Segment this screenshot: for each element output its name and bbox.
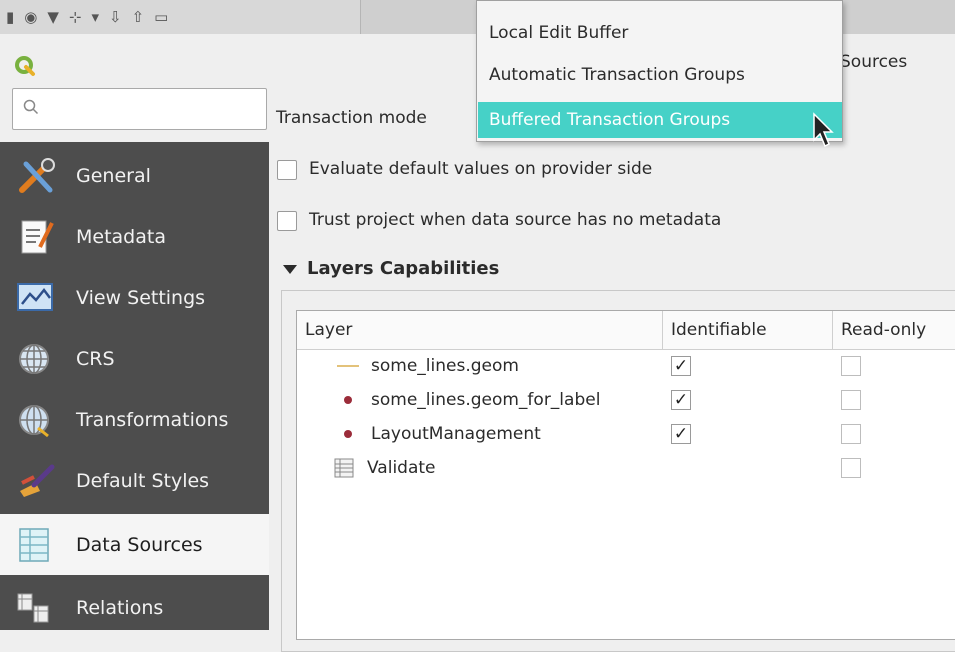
point-layer-icon	[337, 424, 359, 444]
option-automatic-transaction-groups[interactable]: Automatic Transaction Groups	[478, 57, 842, 93]
sidebar-item-label: Metadata	[76, 225, 166, 248]
sidebar-item-transformations[interactable]: Transformations	[0, 389, 269, 450]
paint-brush-icon	[14, 461, 60, 501]
evaluate-defaults-checkbox[interactable]	[277, 160, 297, 180]
sidebar-item-label: Default Styles	[76, 469, 210, 492]
evaluate-defaults-label: Evaluate default values on provider side	[309, 159, 653, 179]
layers-table: Layer Identifiable Read-only some_lines.…	[296, 310, 955, 640]
toolbar-buttons: ▮ ◉ ▼ ⊹ ▾ ⇩ ⇧ ▭	[0, 0, 366, 34]
qgis-logo-icon	[15, 56, 35, 76]
search-icon	[23, 99, 39, 119]
read-only-checkbox[interactable]	[841, 458, 861, 478]
column-header-identifiable[interactable]: Identifiable	[663, 311, 833, 349]
sidebar-splitter[interactable]	[269, 142, 275, 630]
layer-cell: LayoutManagement	[337, 417, 541, 451]
sidebar-item-default-styles[interactable]: Default Styles	[0, 450, 269, 511]
filter-icon[interactable]: ▼	[47, 8, 59, 26]
layer-cell: Validate	[333, 451, 436, 485]
table-header: Layer Identifiable Read-only	[297, 311, 955, 350]
identifiable-checkbox[interactable]: ✓	[671, 424, 691, 444]
column-header-layer[interactable]: Layer	[297, 311, 663, 349]
sidebar-item-view-settings[interactable]: View Settings	[0, 267, 269, 328]
layers-capabilities-header[interactable]: Layers Capabilities	[283, 258, 499, 279]
trust-project-checkbox[interactable]	[277, 211, 297, 231]
sidebar-item-label: Relations	[76, 596, 164, 619]
table-row[interactable]: some_lines.geom ✓	[297, 349, 955, 383]
table-row[interactable]: Validate	[297, 451, 955, 485]
tools-icon	[14, 156, 60, 196]
search-input[interactable]	[45, 98, 266, 120]
table-row[interactable]: some_lines.geom_for_label ✓	[297, 383, 955, 417]
globe-icon	[14, 339, 60, 379]
sidebar-item-data-sources[interactable]: Data Sources	[0, 514, 269, 575]
sidebar-item-crs[interactable]: CRS	[0, 328, 269, 389]
document-edit-icon	[14, 217, 60, 257]
option-local-edit-buffer[interactable]: Local Edit Buffer	[478, 15, 842, 51]
dialog-title: Sources	[840, 52, 908, 72]
identifiable-checkbox[interactable]: ✓	[671, 390, 691, 410]
chevron-down-icon[interactable]: ▾	[91, 8, 99, 26]
sidebar-item-relations[interactable]: Relations	[0, 577, 269, 638]
sidebar-item-metadata[interactable]: Metadata	[0, 206, 269, 267]
layer-name: some_lines.geom_for_label	[371, 390, 601, 410]
search-box[interactable]	[12, 88, 267, 130]
map-view-icon	[14, 278, 60, 318]
option-buffered-transaction-groups[interactable]: Buffered Transaction Groups	[478, 102, 842, 138]
select-icon[interactable]: ⊹	[69, 8, 82, 26]
table-icon	[14, 525, 60, 565]
transaction-mode-dropdown: Local Edit Buffer Automatic Transaction …	[476, 0, 843, 142]
toolbar-icon[interactable]: ▮	[6, 8, 14, 26]
globe-transform-icon	[14, 400, 60, 440]
layer-cell: some_lines.geom	[337, 349, 519, 383]
column-header-read-only[interactable]: Read-only	[833, 311, 955, 349]
move-down-icon[interactable]: ⇩	[109, 8, 122, 26]
layout-icon[interactable]: ▭	[154, 8, 168, 26]
sidebar-item-label: CRS	[76, 347, 115, 370]
transaction-mode-label: Transaction mode	[276, 108, 427, 128]
read-only-checkbox[interactable]	[841, 356, 861, 376]
identify-icon[interactable]: ◉	[24, 8, 37, 26]
layer-name: LayoutManagement	[371, 424, 541, 444]
trust-project-label: Trust project when data source has no me…	[309, 210, 722, 230]
layer-name: some_lines.geom	[371, 356, 519, 376]
sidebar-item-label: General	[76, 164, 151, 187]
move-up-icon[interactable]: ⇧	[132, 8, 145, 26]
identifiable-checkbox[interactable]: ✓	[671, 356, 691, 376]
read-only-checkbox[interactable]	[841, 390, 861, 410]
section-title: Layers Capabilities	[307, 258, 500, 279]
attribute-table-icon	[333, 458, 355, 478]
sidebar-item-label: Transformations	[76, 408, 229, 431]
mouse-cursor-icon	[813, 112, 834, 148]
sidebar-item-label: Data Sources	[76, 533, 203, 556]
layer-cell: some_lines.geom_for_label	[337, 383, 600, 417]
sidebar-item-label: View Settings	[76, 286, 206, 309]
read-only-checkbox[interactable]	[841, 424, 861, 444]
sidebar: General Metadata View Settings CRS Trans…	[0, 142, 269, 630]
line-layer-icon	[337, 356, 359, 376]
sidebar-item-general[interactable]: General	[0, 145, 269, 206]
layer-name: Validate	[367, 458, 436, 478]
relations-icon	[14, 588, 60, 628]
collapse-triangle-icon	[283, 264, 297, 274]
point-layer-icon	[337, 390, 359, 410]
table-row[interactable]: LayoutManagement ✓	[297, 417, 955, 451]
